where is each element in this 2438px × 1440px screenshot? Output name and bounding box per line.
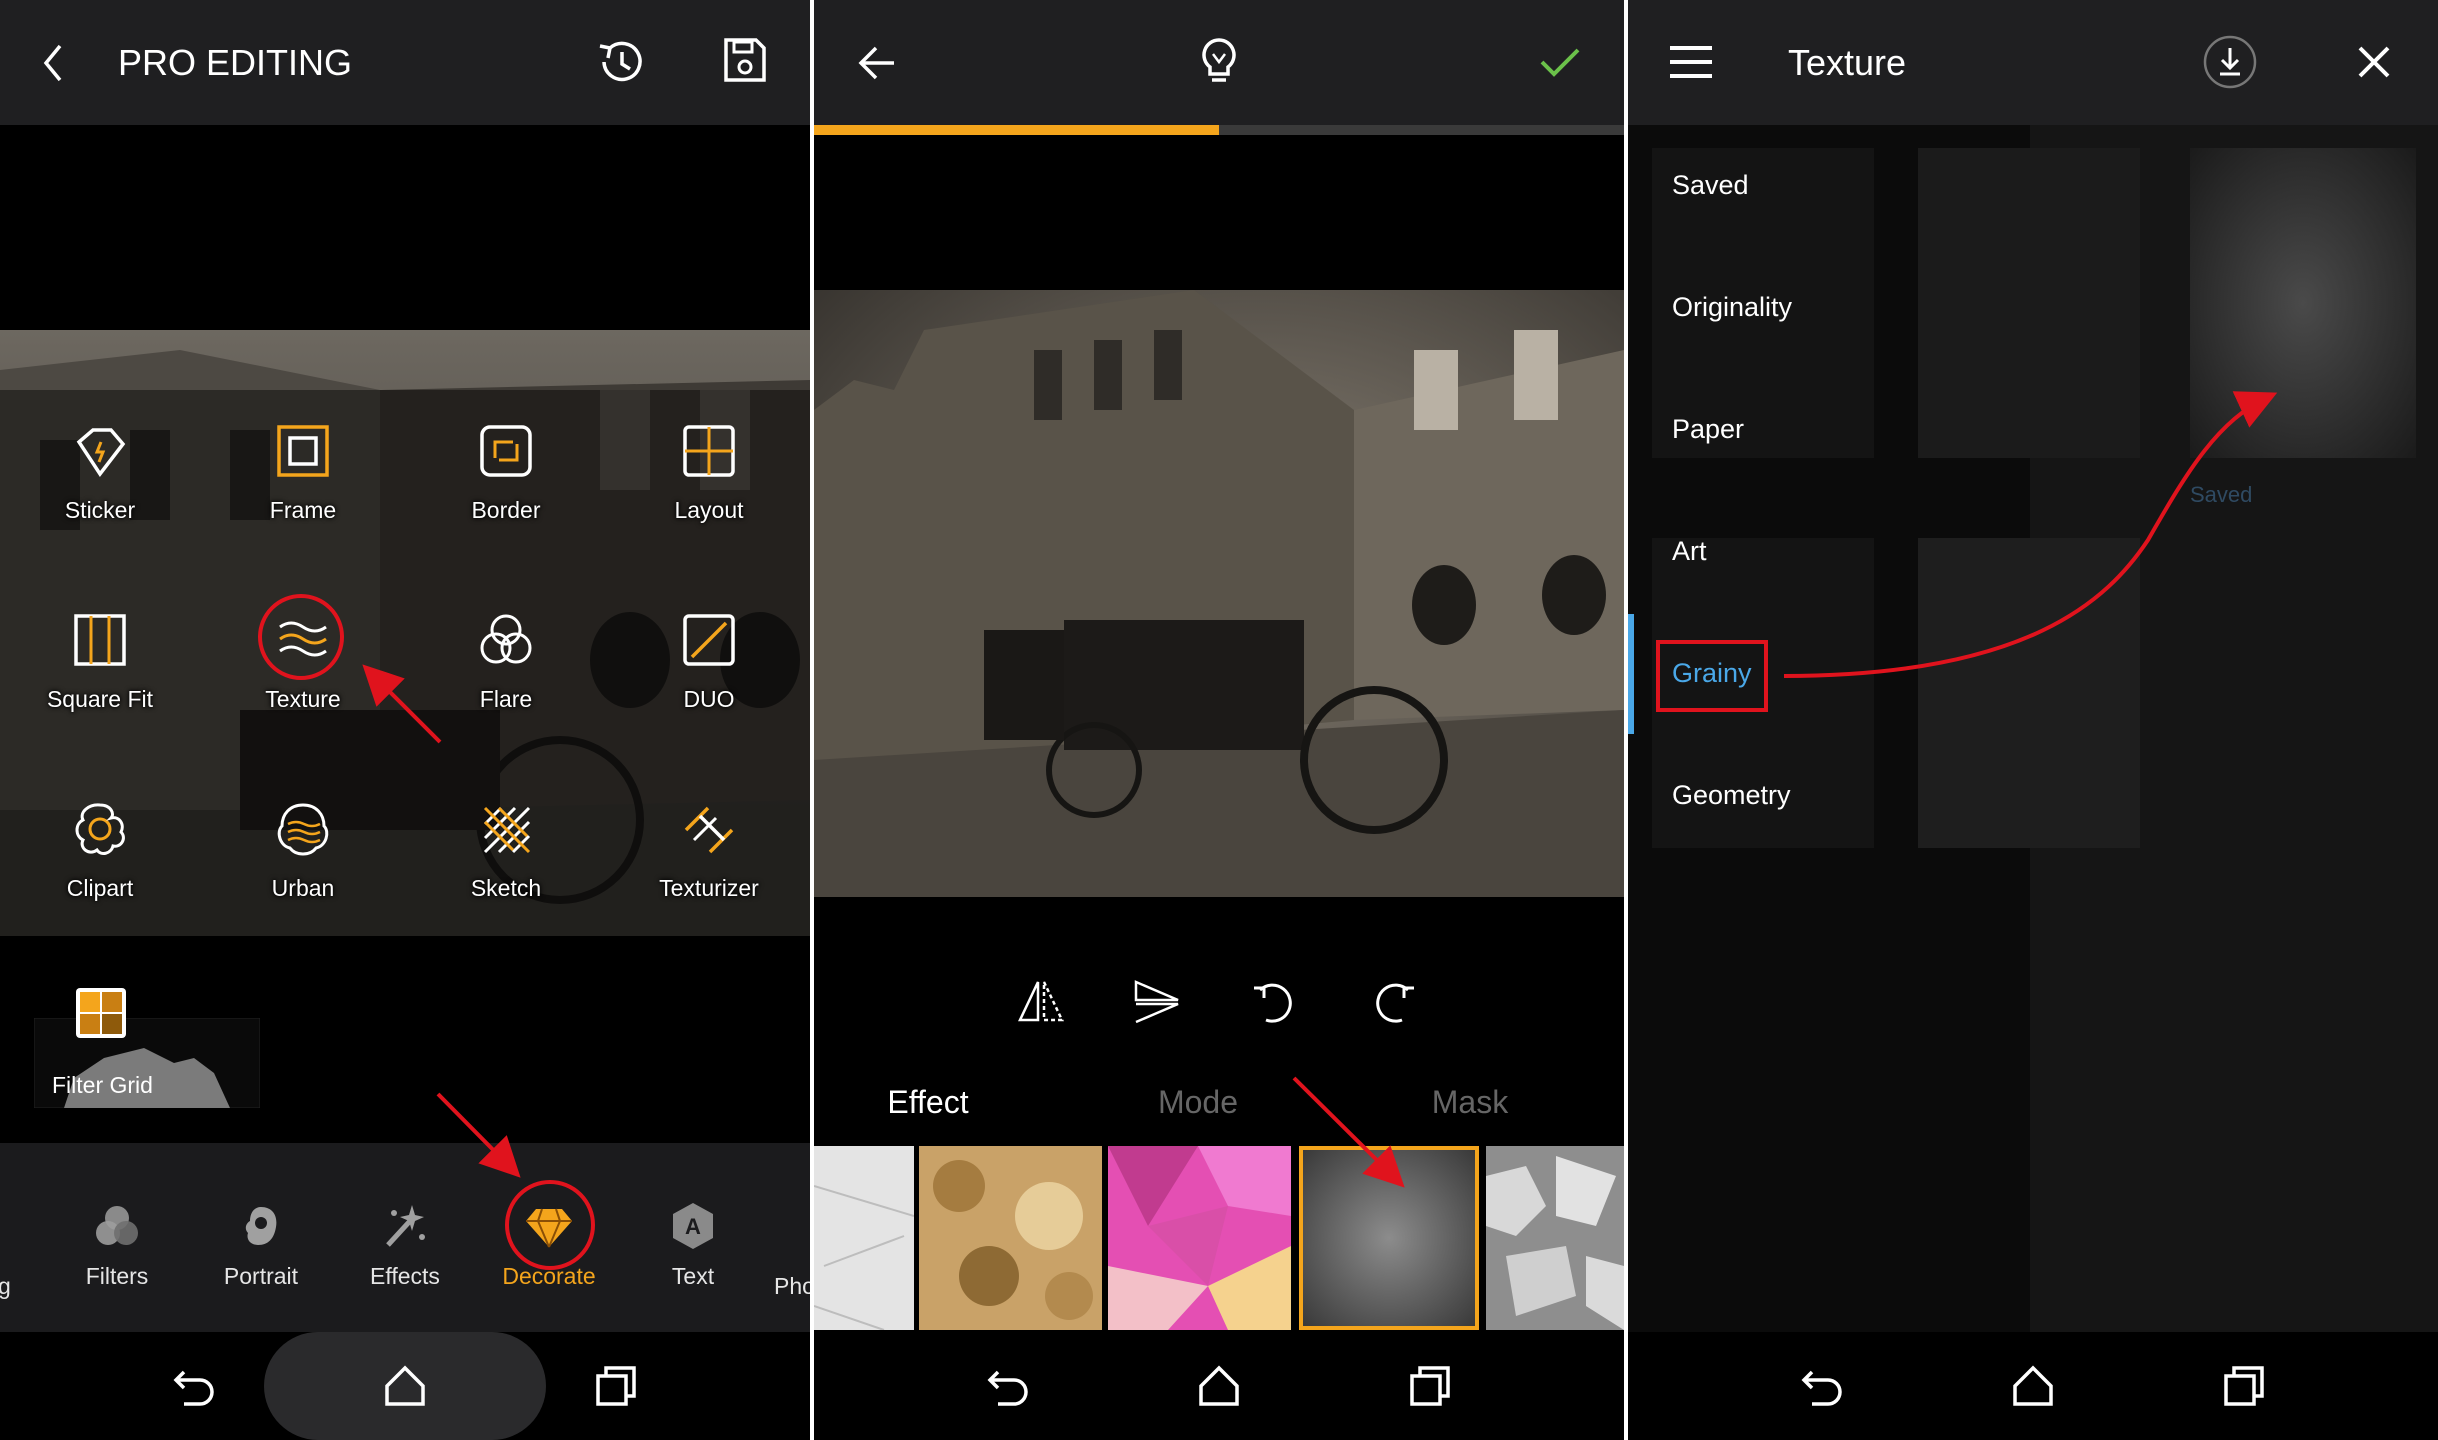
nav-home-icon[interactable]: [1197, 1364, 1241, 1408]
annotation-arrow: [1292, 1076, 1405, 1188]
nav-home-icon[interactable]: [2011, 1364, 2055, 1408]
texture-category-panel: Texture Saved Saved Originality Paper Ar…: [1628, 0, 2438, 1440]
nav-recents-icon[interactable]: [1408, 1364, 1452, 1408]
annotation-arrow: [1783, 391, 2278, 678]
nav-back-icon[interactable]: [986, 1364, 1030, 1408]
system-nav-bar: [0, 1332, 810, 1440]
nav-home-icon[interactable]: [383, 1364, 427, 1408]
annotation-arrows: [362, 664, 521, 1178]
nav-recents-icon[interactable]: [594, 1364, 638, 1408]
nav-back-icon[interactable]: [1800, 1364, 1844, 1408]
nav-back-icon[interactable]: [172, 1364, 216, 1408]
system-nav-bar: [814, 1332, 1624, 1440]
system-nav-bar: [1628, 1332, 2438, 1440]
pro-editing-panel: PRO EDITING Sticker Frame Border Layout …: [0, 0, 810, 1440]
texture-editor-panel: Effect Mode Mask: [814, 0, 1624, 1440]
nav-recents-icon[interactable]: [2222, 1364, 2266, 1408]
